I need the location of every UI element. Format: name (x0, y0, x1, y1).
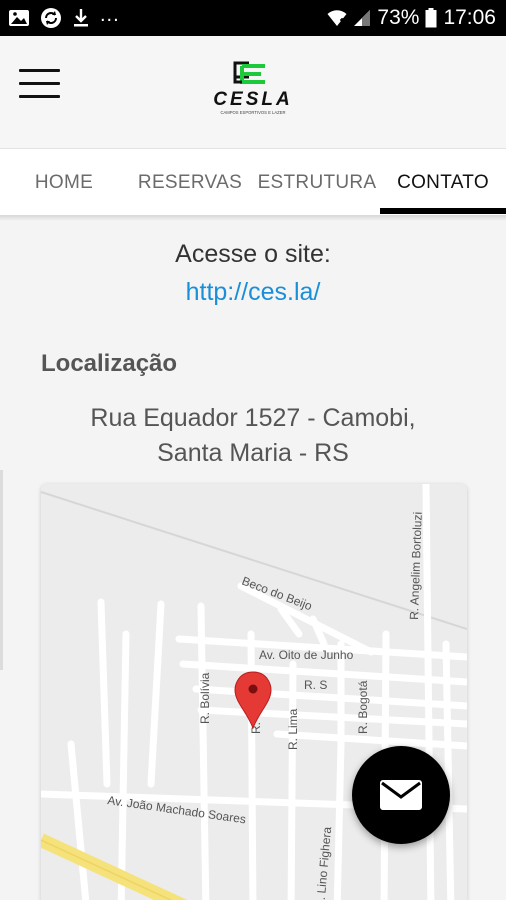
logo-text: CESLA (213, 89, 292, 110)
site-label: Acesse o site: (175, 240, 331, 268)
download-icon (74, 9, 88, 27)
address-line-1: Rua Equador 1527 - Camobi, (90, 404, 416, 432)
tab-bar: HOME RESERVAS ESTRUTURA CONTATO (0, 148, 506, 216)
address-line-2: Santa Maria - RS (157, 439, 349, 467)
street-oito: Av. Oito de Junho (259, 648, 354, 662)
battery-percent: 73% (377, 6, 420, 29)
menu-button[interactable] (19, 69, 61, 101)
scroll-edge (0, 470, 3, 670)
battery-icon (425, 8, 437, 28)
image-icon (9, 10, 29, 26)
tab-contato[interactable]: CONTATO (380, 149, 506, 217)
tab-home[interactable]: HOME (0, 149, 128, 217)
tab-shadow (0, 215, 506, 221)
hamburger-icon (19, 69, 60, 72)
active-tab-indicator (380, 208, 506, 214)
status-notifications: ... (8, 3, 120, 30)
tab-estrutura[interactable]: ESTRUTURA (252, 149, 382, 217)
more-notifications: ... (100, 3, 120, 26)
contact-email-button[interactable] (352, 746, 450, 844)
street-rs: R. S (304, 678, 327, 692)
clock: 17:06 (443, 6, 496, 29)
location-heading: Localização (41, 350, 178, 377)
status-bar: ... 73% 17:06 (0, 0, 506, 36)
app-header: CESLA CAMPOS ESPORTIVOS E LAZER (0, 36, 506, 148)
logo-tagline: CAMPOS ESPORTIVOS E LAZER (220, 110, 285, 115)
status-system: 73% 17:06 (327, 4, 496, 32)
mail-icon (380, 780, 422, 810)
site-link[interactable]: http://ces.la/ (0, 278, 506, 307)
street-bogota: R. Bogotá (356, 680, 370, 734)
address: Rua Equador 1527 - Camobi, Santa Maria -… (0, 401, 506, 471)
street-lima: R. Lima (286, 708, 300, 750)
signal-icon (354, 10, 371, 26)
street-bolivia: R. Bolívia (198, 672, 212, 724)
wifi-icon (327, 10, 347, 26)
cesla-logo: CESLA CAMPOS ESPORTIVOS E LAZER (213, 61, 292, 115)
tab-reservas[interactable]: RESERVAS (128, 149, 252, 217)
sync-icon (41, 8, 61, 28)
